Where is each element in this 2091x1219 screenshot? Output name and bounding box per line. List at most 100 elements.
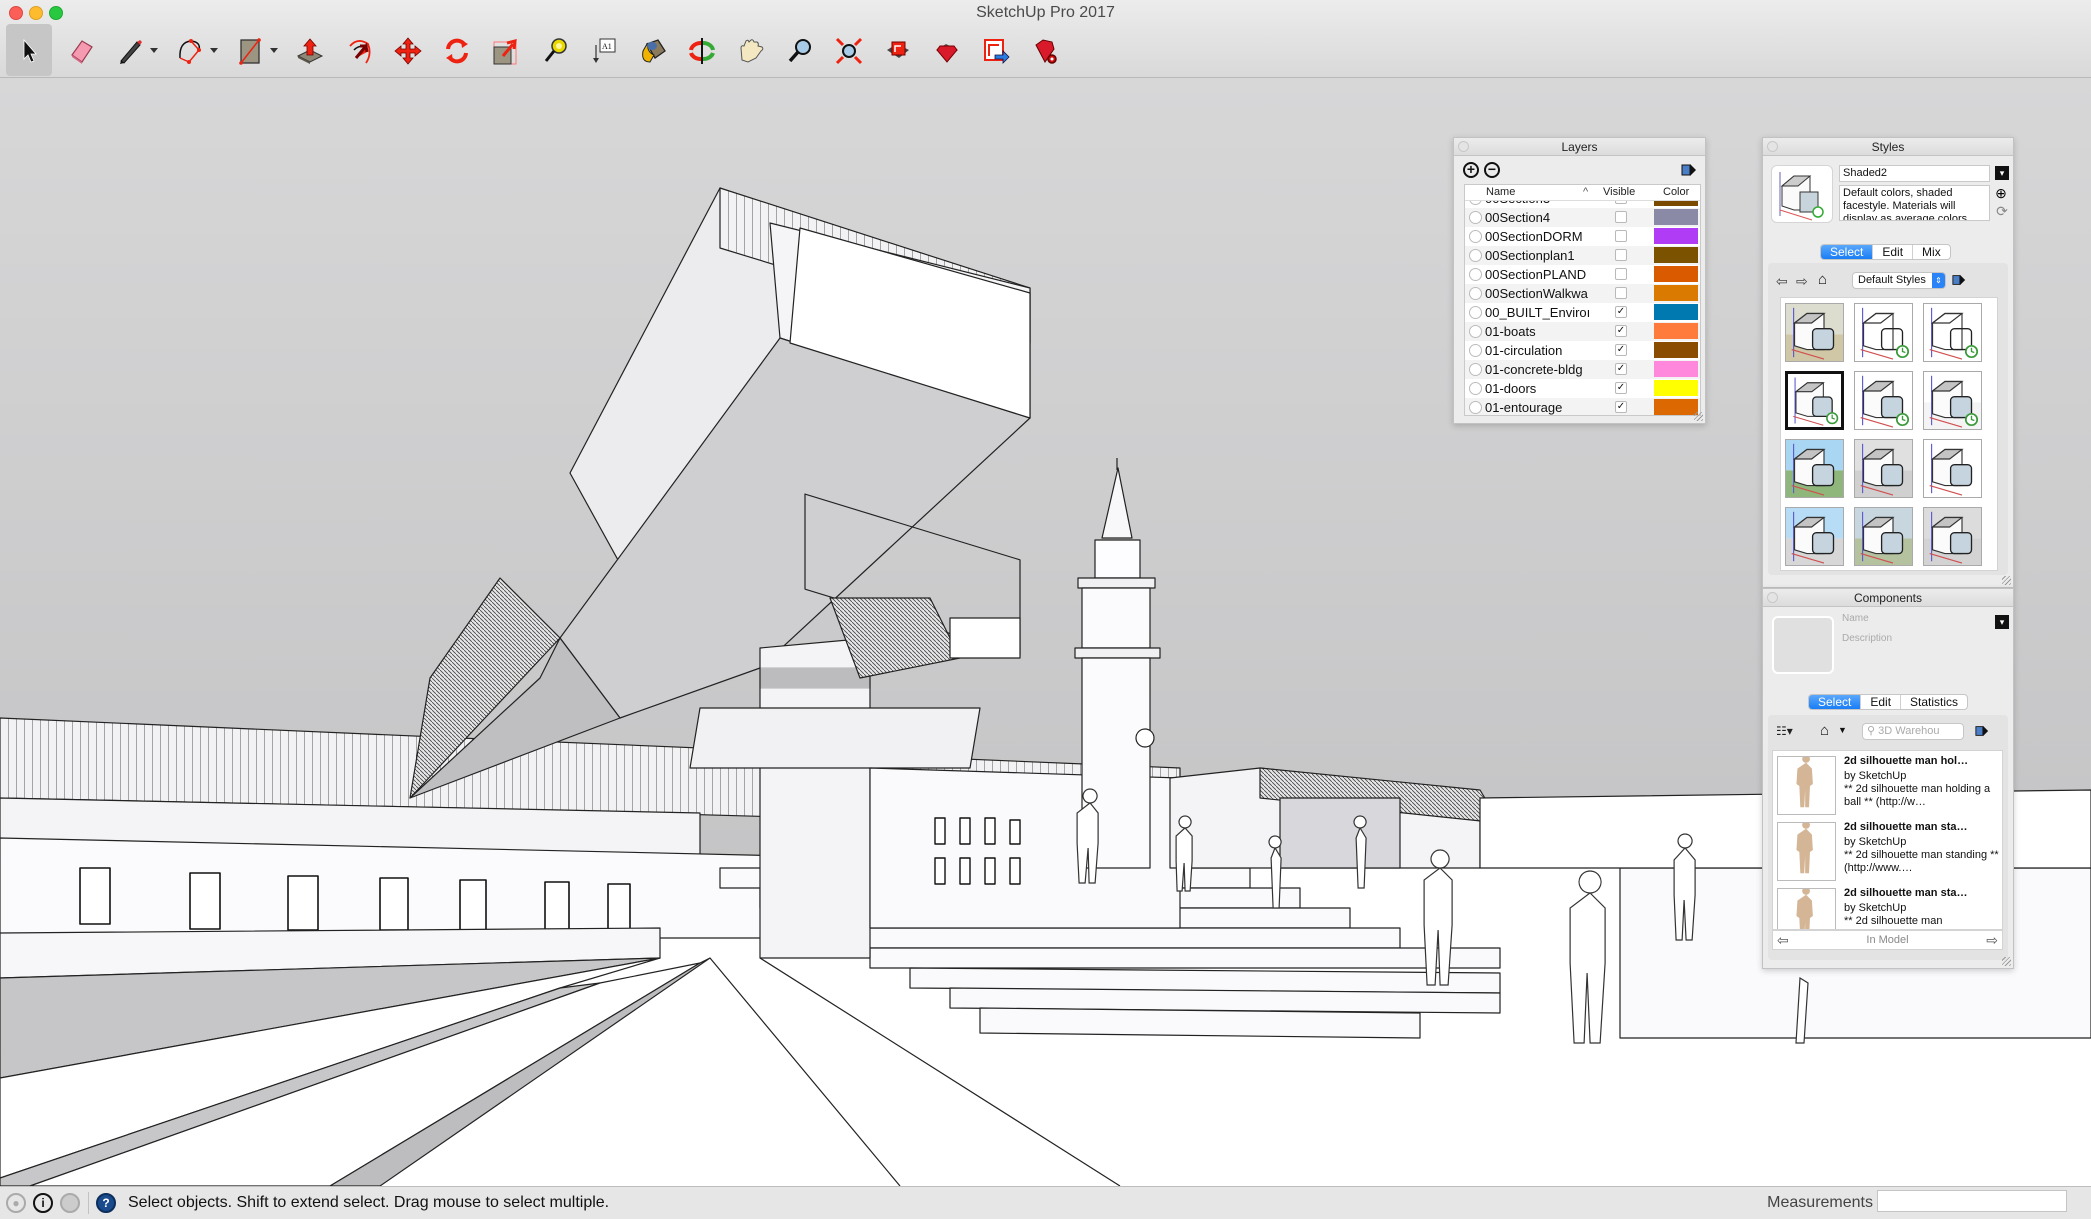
home-icon[interactable]: ⌂ xyxy=(1820,722,1829,739)
text-tool-button[interactable]: A1 xyxy=(584,29,624,73)
component-list-item[interactable]: 2d silhouette man sta… by SketchUp ** 2d s… xyxy=(1773,817,2002,883)
forward-arrow-icon[interactable]: ⇨ xyxy=(1986,931,1998,949)
style-thumbnail[interactable] xyxy=(1785,303,1844,362)
component-name-field[interactable]: Name xyxy=(1842,613,1869,624)
layer-row-partial[interactable]: 00Section3 xyxy=(1465,201,1700,208)
create-style-button[interactable]: ▾ xyxy=(1995,166,2009,180)
style-thumbnail[interactable] xyxy=(1854,439,1913,498)
zoom-tool-button[interactable] xyxy=(780,29,820,73)
tape-measure-tool-button[interactable] xyxy=(535,29,575,73)
layer-visible-checkbox[interactable] xyxy=(1615,211,1627,223)
layer-color-swatch[interactable] xyxy=(1654,399,1698,415)
style-thumbnail[interactable] xyxy=(1785,371,1844,430)
layer-color-swatch[interactable] xyxy=(1654,228,1698,244)
scale-tool-button[interactable] xyxy=(486,29,526,73)
remove-layer-button[interactable]: − xyxy=(1484,162,1500,178)
geolocation-icon[interactable]: ● xyxy=(6,1193,26,1213)
components-panel-titlebar[interactable]: Components xyxy=(1763,589,2013,607)
layers-panel-titlebar[interactable]: Layers xyxy=(1454,138,1705,156)
layer-visible-checkbox[interactable]: ✓ xyxy=(1615,382,1627,394)
chevron-down-icon[interactable] xyxy=(270,48,278,53)
layer-row[interactable]: 00SectionPLAND xyxy=(1465,265,1700,284)
orbit-tool-button[interactable] xyxy=(682,29,722,73)
column-header-visible[interactable]: Visible xyxy=(1603,186,1635,198)
3d-warehouse-tool-button[interactable] xyxy=(878,29,918,73)
style-thumbnail[interactable] xyxy=(1923,371,1982,430)
layer-visible-checkbox[interactable] xyxy=(1615,268,1627,280)
add-layer-button[interactable]: + xyxy=(1463,162,1479,178)
panel-close-button[interactable] xyxy=(1458,141,1469,152)
resize-grip-icon[interactable] xyxy=(1694,412,1703,421)
column-header-color[interactable]: Color xyxy=(1663,186,1689,198)
layer-row[interactable]: 00SectionWalkwa xyxy=(1465,284,1700,303)
layer-color-swatch[interactable] xyxy=(1654,342,1698,358)
styles-tab-mix[interactable]: Mix xyxy=(1913,245,1950,259)
layer-visible-checkbox[interactable] xyxy=(1615,249,1627,261)
resize-grip-icon[interactable] xyxy=(2002,957,2011,966)
forward-arrow-icon[interactable]: ⇨ xyxy=(1796,273,1808,290)
layer-visible-checkbox[interactable]: ✓ xyxy=(1615,325,1627,337)
layer-color-swatch[interactable] xyxy=(1654,361,1698,377)
layer-color-swatch[interactable] xyxy=(1654,247,1698,263)
line-tool-button[interactable] xyxy=(110,29,158,73)
layer-visible-checkbox[interactable] xyxy=(1615,201,1627,204)
send-to-layout-tool-button[interactable] xyxy=(976,29,1016,73)
panel-close-button[interactable] xyxy=(1767,141,1778,152)
chevron-down-icon[interactable]: ▼ xyxy=(1838,725,1847,735)
style-thumbnail[interactable] xyxy=(1854,303,1913,362)
components-tab-edit[interactable]: Edit xyxy=(1861,695,1902,709)
layer-visible-checkbox[interactable]: ✓ xyxy=(1615,363,1627,375)
details-menu-icon[interactable] xyxy=(1975,724,1989,738)
layer-color-swatch[interactable] xyxy=(1654,209,1698,225)
push-pull-tool-button[interactable] xyxy=(290,29,330,73)
layer-color-swatch[interactable] xyxy=(1654,201,1698,206)
style-thumbnail[interactable] xyxy=(1923,303,1982,362)
layer-visible-checkbox[interactable]: ✓ xyxy=(1615,306,1627,318)
component-search-input[interactable]: ⚲ 3D Warehou xyxy=(1862,723,1964,740)
zoom-extents-tool-button[interactable] xyxy=(829,29,869,73)
layer-row[interactable]: 01-doors ✓ xyxy=(1465,379,1700,398)
layer-row[interactable]: 00Sectionplan1 xyxy=(1465,246,1700,265)
measurements-input[interactable] xyxy=(1877,1190,2067,1212)
style-thumbnail[interactable] xyxy=(1923,507,1982,566)
layer-active-radio[interactable] xyxy=(1469,211,1482,224)
back-arrow-icon[interactable]: ⇦ xyxy=(1777,931,1789,949)
details-menu-icon[interactable] xyxy=(1952,273,1966,287)
layer-row[interactable]: 00Section4 xyxy=(1465,208,1700,227)
layer-row[interactable]: 00_BUILT_Enviroı ✓ xyxy=(1465,303,1700,322)
component-list-item[interactable]: 2d silhouette man sta… by SketchUp ** 2d s… xyxy=(1773,883,2002,929)
panel-close-button[interactable] xyxy=(1767,592,1778,603)
sort-ascending-icon[interactable]: ^ xyxy=(1583,186,1588,198)
chevron-down-icon[interactable] xyxy=(150,48,158,53)
style-description-field[interactable]: Default colors, shaded facestyle. Materi… xyxy=(1839,185,1990,221)
style-collection-select[interactable]: Default Styles ⇕ xyxy=(1852,272,1946,289)
layer-visible-checkbox[interactable]: ✓ xyxy=(1615,401,1627,413)
info-icon[interactable]: i xyxy=(33,1193,53,1213)
layer-active-radio[interactable] xyxy=(1469,363,1482,376)
style-thumbnail[interactable] xyxy=(1854,371,1913,430)
component-description-field[interactable]: Description xyxy=(1842,633,1892,644)
layer-active-radio[interactable] xyxy=(1469,201,1482,205)
extension-warehouse-tool-button[interactable] xyxy=(927,29,967,73)
arc-tool-button[interactable] xyxy=(170,29,218,73)
layer-active-radio[interactable] xyxy=(1469,344,1482,357)
layer-color-swatch[interactable] xyxy=(1654,285,1698,301)
components-tab-statistics[interactable]: Statistics xyxy=(1901,695,1967,709)
layer-row[interactable]: 01-concrete-bldg ✓ xyxy=(1465,360,1700,379)
help-icon[interactable]: ? xyxy=(96,1193,116,1213)
layer-color-swatch[interactable] xyxy=(1654,380,1698,396)
component-list-item[interactable]: 2d silhouette man hol… by SketchUp ** 2d s… xyxy=(1773,751,2002,817)
move-tool-button[interactable] xyxy=(388,29,428,73)
layer-active-radio[interactable] xyxy=(1469,287,1482,300)
component-details-button[interactable]: ▾ xyxy=(1995,615,2009,629)
layer-row[interactable]: 01-boats ✓ xyxy=(1465,322,1700,341)
style-name-field[interactable]: Shaded2 xyxy=(1839,165,1990,182)
layer-row[interactable]: 00SectionDORM xyxy=(1465,227,1700,246)
layer-visible-checkbox[interactable] xyxy=(1615,230,1627,242)
rectangle-tool-button[interactable] xyxy=(230,29,278,73)
select-tool-button[interactable] xyxy=(6,24,52,76)
layer-row[interactable]: 01-entourage ✓ xyxy=(1465,398,1700,415)
extension-manager-tool-button[interactable] xyxy=(1025,29,1065,73)
components-tab-select[interactable]: Select xyxy=(1809,695,1862,709)
styles-tab-edit[interactable]: Edit xyxy=(1873,245,1914,259)
